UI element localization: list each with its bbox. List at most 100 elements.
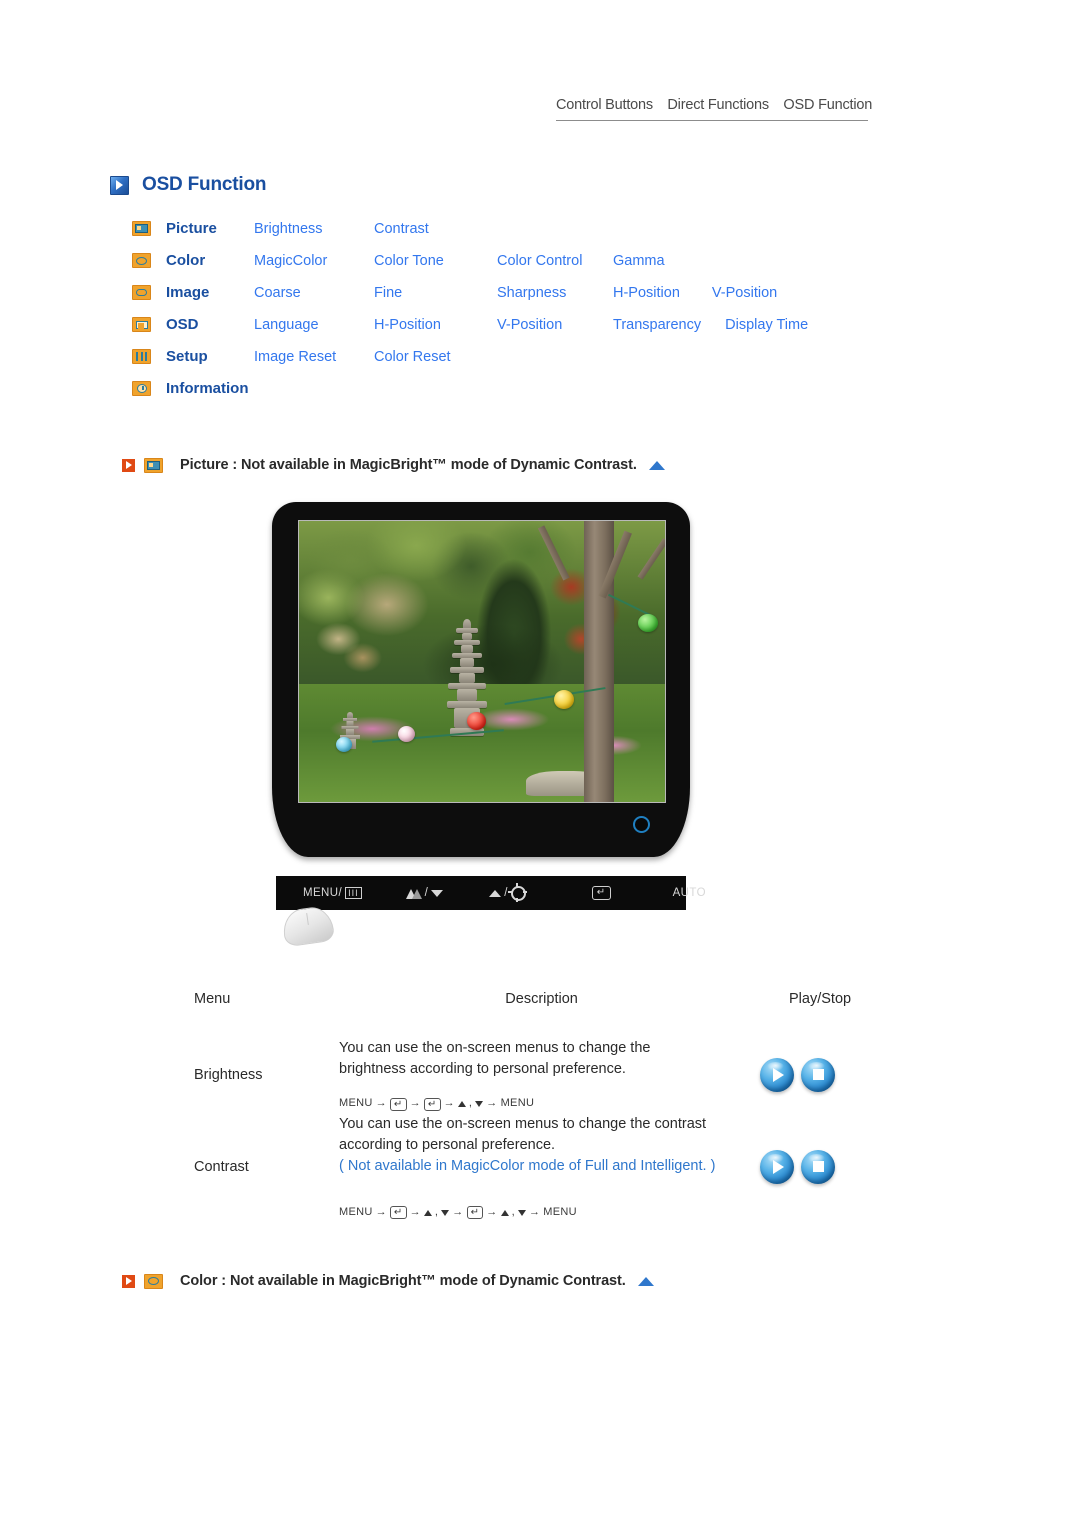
desc-line-1: You can use the on-screen menus to chang… <box>339 1115 707 1132</box>
column-header-menu: Menu <box>194 991 231 1007</box>
enter-key-icon: ↵ <box>423 1097 441 1111</box>
nav-arrow: → <box>375 1206 387 1219</box>
menu-sub-display-time[interactable]: Display Time <box>725 317 808 333</box>
menu-sub-gamma[interactable]: Gamma <box>613 253 665 269</box>
menu-label-picture[interactable]: Picture <box>166 220 217 237</box>
menu-label-color[interactable]: Color <box>166 252 205 269</box>
nav-sequence-contrast: MENU → ↵ → , → ↵ → , → MENU <box>339 1205 749 1221</box>
osd-icon <box>132 317 151 333</box>
stop-button[interactable] <box>801 1057 836 1092</box>
menu-label-information[interactable]: Information <box>166 380 249 397</box>
picture-icon <box>132 221 151 237</box>
page-title: OSD Function <box>142 174 267 195</box>
control-button-auto[interactable]: AUTO <box>673 887 706 899</box>
menu-sub-fine[interactable]: Fine <box>374 285 402 301</box>
menu-sub-magiccolor[interactable]: MagicColor <box>254 253 327 269</box>
image-icon <box>132 285 151 301</box>
desc-line-1: You can use the on-screen menus to chang… <box>339 1040 651 1056</box>
menu-sub-image-v-position[interactable]: V-Position <box>712 285 777 301</box>
menu-sub-color-tone[interactable]: Color Tone <box>374 253 444 269</box>
row-description-brightness: You can use the on-screen menus to chang… <box>333 1037 750 1113</box>
row-menu-contrast: Contrast <box>194 1159 249 1176</box>
menu-sub-color-control[interactable]: Color Control <box>497 253 582 269</box>
mouse-icon <box>280 904 336 948</box>
osd-description-table: Menu Description Play/Stop Brightness Yo… <box>190 990 890 1222</box>
section-heading-picture-text: Picture : Not available in MagicBright™ … <box>180 457 637 473</box>
blue-play-icon <box>110 175 129 195</box>
red-play-icon <box>122 458 135 472</box>
menu-sub-contrast[interactable]: Contrast <box>374 221 429 237</box>
page-title-row: OSD Function <box>110 174 266 196</box>
nav-arrow: → <box>443 1097 455 1110</box>
table-header-row: Menu Description Play/Stop <box>190 990 890 1037</box>
screen-photo <box>299 521 665 802</box>
menu-bars-icon: III <box>345 887 362 899</box>
nav-key-menu: MENU <box>339 1097 373 1110</box>
breadcrumb-item-control-buttons[interactable]: Control Buttons <box>556 97 653 113</box>
control-button-enter[interactable]: ↵ <box>591 886 611 900</box>
control-button-magicbright[interactable]: / <box>405 887 444 899</box>
menu-sub-language[interactable]: Language <box>254 317 319 333</box>
nav-arrow: → <box>452 1206 464 1219</box>
menu-label-image[interactable]: Image <box>166 284 209 301</box>
up-arrow-icon <box>457 1101 466 1107</box>
play-button[interactable] <box>760 1057 795 1092</box>
control-button-auto-label: AUTO <box>672 887 706 899</box>
nav-arrow: → <box>528 1206 541 1219</box>
enter-key-icon: ↵ <box>466 1206 484 1220</box>
nav-arrow: → <box>486 1206 498 1219</box>
breadcrumb-item-direct-functions[interactable]: Direct Functions <box>667 97 769 113</box>
section-heading-picture: Picture : Not available in MagicBright™ … <box>122 457 665 473</box>
scroll-to-top-icon[interactable] <box>648 460 665 470</box>
osd-menu-matrix: Picture Brightness Contrast Color MagicC… <box>132 220 808 412</box>
control-button-menu-label: MENU/ <box>303 887 343 899</box>
nav-arrow: → <box>409 1206 421 1219</box>
control-button-menu[interactable]: MENU/III <box>303 887 362 899</box>
lantern-pink <box>397 726 415 743</box>
red-play-icon <box>122 1274 135 1288</box>
menu-sub-color-reset[interactable]: Color Reset <box>374 349 451 365</box>
menu-sub-osd-h-position[interactable]: H-Position <box>374 317 441 333</box>
up-arrow-icon <box>423 1209 432 1216</box>
column-header-description: Description <box>505 991 578 1007</box>
row-menu-brightness: Brightness <box>194 1066 263 1083</box>
nav-arrow: → <box>409 1097 421 1110</box>
monitor-screen <box>298 520 666 803</box>
nav-key-menu: MENU <box>339 1206 373 1219</box>
down-arrow-icon <box>441 1209 450 1216</box>
menu-sub-brightness[interactable]: Brightness <box>254 221 323 237</box>
menu-row-color: Color MagicColor Color Tone Color Contro… <box>132 252 808 284</box>
scroll-to-top-icon[interactable] <box>637 1276 654 1286</box>
stop-button[interactable] <box>801 1150 836 1185</box>
row-description-contrast: You can use the on-screen menus to chang… <box>333 1113 750 1222</box>
pagoda <box>447 619 488 748</box>
desc-line-2: brightness according to personal prefere… <box>339 1061 626 1078</box>
nav-arrow: → <box>375 1097 387 1110</box>
breadcrumb-item-osd-function[interactable]: OSD Function <box>783 97 872 113</box>
column-header-play-stop: Play/Stop <box>789 991 852 1007</box>
breadcrumb: Control Buttons Direct Functions OSD Fun… <box>556 96 872 121</box>
menu-sub-coarse[interactable]: Coarse <box>254 285 301 301</box>
menu-sub-image-h-position[interactable]: H-Position <box>613 285 680 301</box>
nav-arrow: → <box>486 1097 498 1110</box>
menu-row-image: Image Coarse Fine Sharpness H-Position V… <box>132 284 808 316</box>
menu-label-osd[interactable]: OSD <box>166 316 199 333</box>
lantern-yellow <box>553 689 574 709</box>
enter-key-icon: ↵ <box>389 1097 407 1111</box>
control-button-brightness[interactable]: / <box>489 882 526 901</box>
monitor-illustration <box>272 502 690 857</box>
menu-sub-sharpness[interactable]: Sharpness <box>497 285 566 301</box>
magicbright-icon <box>405 888 422 899</box>
section-heading-color-text: Color : Not available in MagicBright™ mo… <box>180 1273 626 1289</box>
tree-trunk <box>583 521 614 802</box>
menu-sub-image-reset[interactable]: Image Reset <box>254 349 336 365</box>
nav-sequence-brightness: MENU → ↵ → ↵ → , → MENU <box>339 1096 749 1112</box>
menu-sub-transparency[interactable]: Transparency <box>613 317 701 333</box>
monitor-control-button-bar: MENU/III / / ↵ AUTO <box>276 876 706 910</box>
menu-sub-osd-v-position[interactable]: V-Position <box>497 317 562 333</box>
play-button[interactable] <box>760 1150 795 1185</box>
menu-label-setup[interactable]: Setup <box>166 348 208 365</box>
up-arrow-icon <box>489 889 502 897</box>
picture-icon-small <box>144 457 163 473</box>
enter-key-icon: ↵ <box>591 886 611 900</box>
